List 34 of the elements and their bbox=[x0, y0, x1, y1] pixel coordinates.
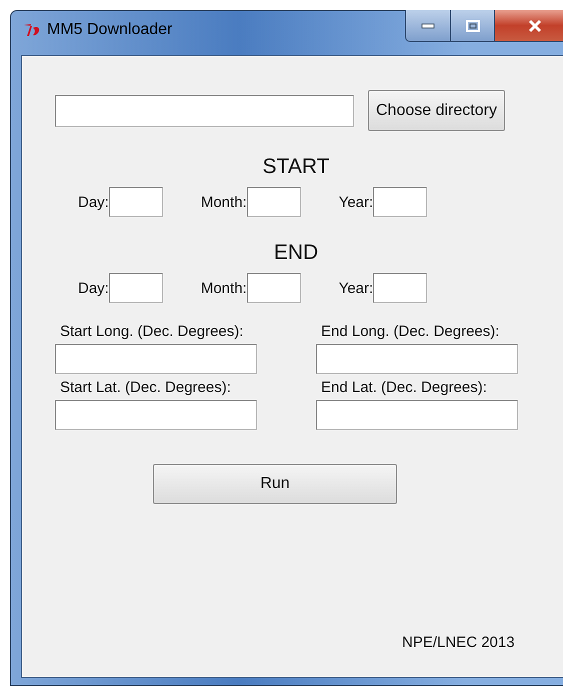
field-label: Year: bbox=[338, 280, 374, 296]
section-heading: START bbox=[262, 155, 330, 179]
feather-icon bbox=[23, 23, 41, 37]
section-heading: END bbox=[272, 241, 320, 265]
field-label: Start Lat. (Dec. Degrees): bbox=[60, 379, 231, 396]
field-label: Day: bbox=[78, 194, 109, 210]
field-label: Month: bbox=[200, 194, 247, 210]
date-field[interactable] bbox=[373, 187, 428, 217]
field-label: Month: bbox=[200, 280, 247, 296]
field-label: End Long. (Dec. Degrees): bbox=[321, 323, 500, 340]
field-label: Day: bbox=[78, 280, 109, 296]
coordinate-field[interactable] bbox=[316, 400, 518, 430]
coordinate-field[interactable] bbox=[316, 344, 518, 374]
footer-text: NPE/LNEC 2013 bbox=[402, 634, 515, 651]
directory-field[interactable] bbox=[55, 94, 354, 126]
date-field[interactable] bbox=[373, 273, 428, 303]
maximize-button[interactable] bbox=[451, 10, 495, 42]
date-field[interactable] bbox=[246, 187, 301, 217]
minimize-button[interactable] bbox=[405, 10, 451, 42]
date-field[interactable] bbox=[108, 273, 163, 303]
coordinate-field[interactable] bbox=[55, 400, 257, 430]
field-label: Year: bbox=[338, 194, 374, 210]
coordinate-field[interactable] bbox=[55, 344, 257, 374]
field-label: Start Long. (Dec. Degrees): bbox=[60, 323, 244, 340]
close-icon bbox=[526, 18, 542, 32]
choose-directory-button[interactable]: Choose directory bbox=[368, 90, 505, 131]
minimize-icon bbox=[421, 22, 435, 28]
field-label: End Lat. (Dec. Degrees): bbox=[321, 379, 487, 396]
date-field[interactable] bbox=[246, 273, 301, 303]
maximize-icon bbox=[466, 20, 480, 32]
window-title: MM5 Downloader bbox=[47, 21, 172, 39]
date-field[interactable] bbox=[108, 187, 163, 217]
run-button[interactable]: Run bbox=[153, 464, 397, 504]
close-button[interactable] bbox=[495, 10, 563, 42]
